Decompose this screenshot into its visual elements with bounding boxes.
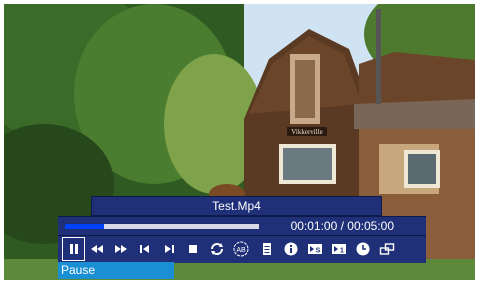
control-bar: AB S 1 xyxy=(58,235,426,263)
aspect-ratio-button[interactable] xyxy=(376,238,398,260)
playlist-button[interactable] xyxy=(256,238,278,260)
file-title: Test.Mp4 xyxy=(91,196,382,216)
seek-progress xyxy=(65,224,104,229)
previous-button[interactable] xyxy=(134,238,156,260)
stop-icon xyxy=(189,245,197,253)
rewind-icon xyxy=(91,245,103,253)
next-icon xyxy=(165,245,174,253)
seek-bar[interactable] xyxy=(65,224,259,229)
svg-text:1: 1 xyxy=(340,248,344,255)
ab-repeat-button[interactable]: AB xyxy=(230,238,252,260)
svg-text:S: S xyxy=(316,248,321,255)
subtitle-icon: S xyxy=(308,244,322,255)
repeat-button[interactable] xyxy=(206,238,228,260)
aspect-ratio-icon xyxy=(379,243,395,255)
fast-forward-button[interactable] xyxy=(110,238,132,260)
time-display: 00:01:00 / 00:05:00 xyxy=(290,219,394,233)
timer-button[interactable] xyxy=(352,238,374,260)
svg-text:AB: AB xyxy=(236,247,246,254)
ab-repeat-icon: AB xyxy=(233,241,249,257)
stop-button[interactable] xyxy=(182,238,204,260)
house-sign: Vikkerville xyxy=(291,128,322,136)
rewind-button[interactable] xyxy=(86,238,108,260)
pause-icon xyxy=(69,244,78,254)
previous-icon xyxy=(140,245,149,253)
clock-icon xyxy=(356,242,370,256)
tooltip: Pause xyxy=(58,262,174,279)
audio-track-icon: 1 xyxy=(332,244,346,255)
next-button[interactable] xyxy=(158,238,180,260)
playlist-icon xyxy=(263,243,271,255)
audio-track-button[interactable]: 1 xyxy=(328,238,350,260)
info-icon xyxy=(284,242,298,256)
subtitle-button[interactable]: S xyxy=(304,238,326,260)
video-frame: Vikkerville Test.Mp4 00:01:00 / 00:05:00 xyxy=(4,4,475,280)
seek-bar-panel: 00:01:00 / 00:05:00 xyxy=(58,216,426,235)
fast-forward-icon xyxy=(115,245,127,253)
info-button[interactable] xyxy=(280,238,302,260)
pause-button[interactable] xyxy=(62,237,85,261)
repeat-icon xyxy=(211,243,223,255)
